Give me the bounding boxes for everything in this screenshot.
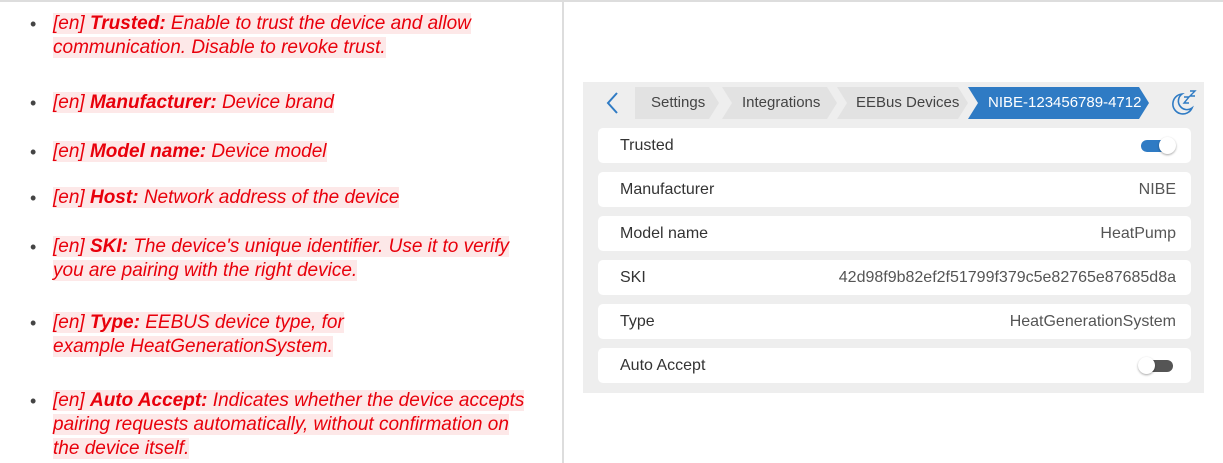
doc-description: Device model	[206, 141, 327, 162]
breadcrumb-eebus-devices[interactable]: EEBus Devices	[837, 87, 968, 119]
doc-lang-prefix: [en]	[53, 187, 90, 208]
doc-term: Type:	[89, 312, 140, 333]
doc-item-manufacturer: • [en] Manufacturer: Device brand	[30, 91, 530, 115]
toggle-knob	[1138, 357, 1155, 374]
doc-item-model-name: • [en] Model name: Device model	[30, 140, 530, 164]
bullet: •	[30, 142, 37, 162]
row-label: SKI	[620, 269, 646, 286]
row-model-name: Model name HeatPump	[598, 216, 1191, 251]
sleep-icon	[1172, 90, 1197, 115]
doc-term: Host:	[89, 187, 139, 208]
doc-term: Manufacturer:	[89, 92, 217, 113]
column-divider	[562, 0, 564, 463]
row-value: NIBE	[1138, 181, 1176, 198]
bullet: •	[30, 237, 37, 257]
bullet: •	[30, 93, 37, 113]
sleep-button[interactable]	[1170, 87, 1198, 119]
breadcrumb-settings[interactable]: Settings	[635, 87, 719, 119]
doc-lang-prefix: [en]	[53, 92, 90, 113]
toggle-knob	[1159, 137, 1176, 154]
row-label: Manufacturer	[620, 181, 715, 198]
row-value: 42d98f9b82ef2f51799f379c5e82765e87685d8a	[838, 269, 1176, 286]
bullet: •	[30, 188, 37, 208]
auto-accept-toggle[interactable]	[1138, 357, 1176, 374]
bullet: •	[30, 313, 37, 333]
bullet: •	[30, 14, 37, 34]
row-label: Auto Accept	[620, 357, 706, 374]
row-value: HeatPump	[1100, 225, 1176, 242]
doc-lang-prefix: [en]	[53, 13, 90, 34]
trusted-toggle[interactable]	[1138, 137, 1176, 154]
row-auto-accept: Auto Accept	[598, 348, 1191, 383]
doc-item-ski: • [en] SKI: The device's unique identifi…	[30, 235, 530, 283]
doc-lang-prefix: [en]	[53, 141, 90, 162]
doc-description: Network address of the device	[138, 187, 400, 208]
back-button[interactable]	[603, 87, 625, 119]
row-label: Trusted	[620, 137, 674, 154]
doc-item-auto-accept: • [en] Auto Accept: Indicates whether th…	[30, 389, 530, 461]
row-trusted: Trusted	[598, 128, 1191, 163]
doc-item-type: • [en] Type: EEBUS device type, for exam…	[30, 311, 360, 359]
bullet: •	[30, 391, 37, 411]
breadcrumb-current-device[interactable]: NIBE-123456789-4712	[968, 87, 1149, 119]
breadcrumb-integrations[interactable]: Integrations	[722, 87, 837, 119]
doc-term: Auto Accept:	[89, 390, 208, 411]
row-label: Type	[620, 313, 655, 330]
row-type: Type HeatGenerationSystem	[598, 304, 1191, 339]
documentation-column: • [en] Trusted: Enable to trust the devi…	[0, 0, 562, 463]
chevron-left-icon	[606, 92, 618, 114]
device-settings-panel: Settings Integrations EEBus Devices NIBE…	[583, 82, 1204, 393]
row-value: HeatGenerationSystem	[1009, 313, 1176, 330]
doc-lang-prefix: [en]	[53, 312, 90, 333]
doc-item-trusted: • [en] Trusted: Enable to trust the devi…	[30, 12, 530, 60]
row-ski: SKI 42d98f9b82ef2f51799f379c5e82765e8768…	[598, 260, 1191, 295]
doc-lang-prefix: [en]	[53, 236, 90, 257]
row-label: Model name	[620, 225, 709, 242]
doc-term: SKI:	[89, 236, 128, 257]
doc-item-host: • [en] Host: Network address of the devi…	[30, 186, 530, 210]
breadcrumb: Settings Integrations EEBus Devices NIBE…	[583, 82, 1204, 126]
doc-lang-prefix: [en]	[53, 390, 90, 411]
doc-term: Trusted:	[89, 13, 166, 34]
doc-term: Model name:	[89, 141, 207, 162]
row-manufacturer: Manufacturer NIBE	[598, 172, 1191, 207]
doc-description: Device brand	[216, 92, 334, 113]
